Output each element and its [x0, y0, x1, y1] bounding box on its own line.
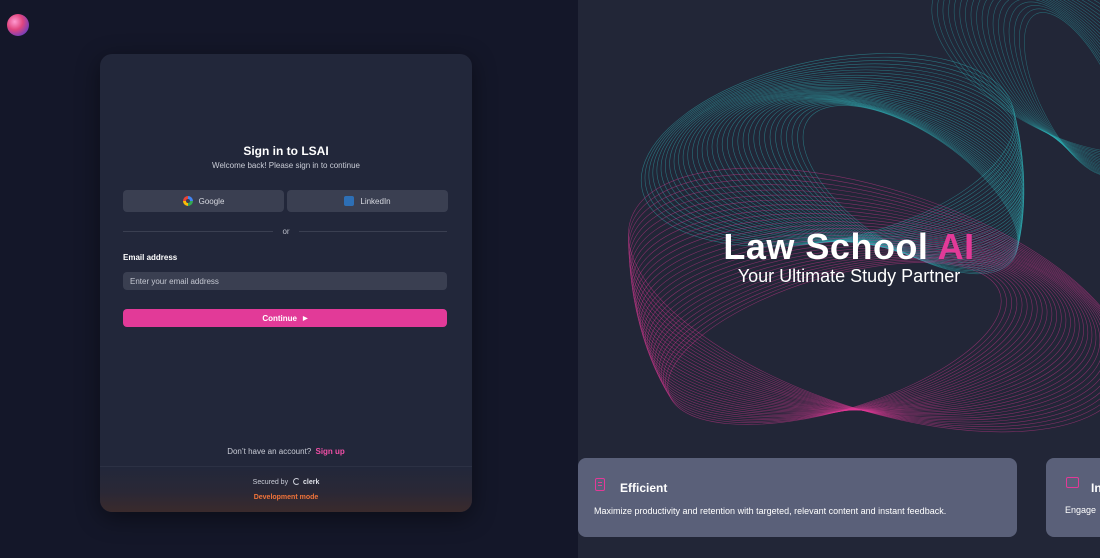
google-icon: [182, 196, 193, 206]
hero-title-main: Law School: [723, 226, 938, 267]
feature-card-next: In Engage: [1046, 458, 1100, 537]
hero-title: Law School AI: [578, 226, 1100, 268]
document-icon: [595, 478, 605, 491]
linkedin-button[interactable]: LinkedIn: [287, 190, 448, 212]
feature-description: Maximize productivity and retention with…: [594, 506, 947, 516]
development-mode-badge: Development mode: [253, 494, 319, 501]
email-label: Email address: [123, 253, 178, 262]
clerk-logo-icon: [293, 478, 301, 485]
feature-card-efficient: Efficient Maximize productivity and rete…: [578, 458, 1017, 537]
no-account-text: Don’t have an account?: [227, 447, 312, 456]
signup-link[interactable]: Sign up: [315, 447, 344, 456]
hero-subtitle: Your Ultimate Study Partner: [737, 266, 961, 286]
linkedin-button-label: LinkedIn: [360, 196, 391, 206]
feature-title: In: [1091, 481, 1100, 495]
card-footer: Secured by clerk Development mode: [100, 466, 472, 512]
signup-row: Don’t have an account? Sign up: [100, 447, 472, 456]
lsai-logo-icon[interactable]: [7, 14, 29, 36]
hero-title-accent: AI: [937, 226, 975, 267]
divider-right: [299, 231, 447, 232]
continue-button[interactable]: Continue ▶: [123, 309, 447, 327]
email-field[interactable]: [123, 272, 447, 290]
chat-icon: [1066, 477, 1079, 488]
feature-description: Engage: [1065, 505, 1097, 515]
signin-title: Sign in to LSAI: [243, 144, 329, 158]
linkedin-icon: [344, 196, 355, 206]
signin-subtitle: Welcome back! Please sign in to continue: [212, 161, 360, 170]
continue-button-label: Continue: [262, 313, 298, 323]
google-button[interactable]: Google: [123, 190, 284, 212]
feature-title: Efficient: [620, 481, 668, 495]
clerk-name: clerk: [302, 479, 320, 486]
right-pane: Law School AI Your Ultimate Study Partne…: [578, 0, 1100, 558]
secured-by-text: Secured by: [252, 479, 289, 486]
secured-by-row: Secured by clerk: [100, 478, 472, 486]
google-button-label: Google: [198, 196, 225, 206]
caret-right-icon: ▶: [303, 315, 308, 322]
signin-card: Sign in to LSAI Welcome back! Please sig…: [100, 54, 472, 512]
left-pane: Sign in to LSAI Welcome back! Please sig…: [0, 0, 578, 558]
